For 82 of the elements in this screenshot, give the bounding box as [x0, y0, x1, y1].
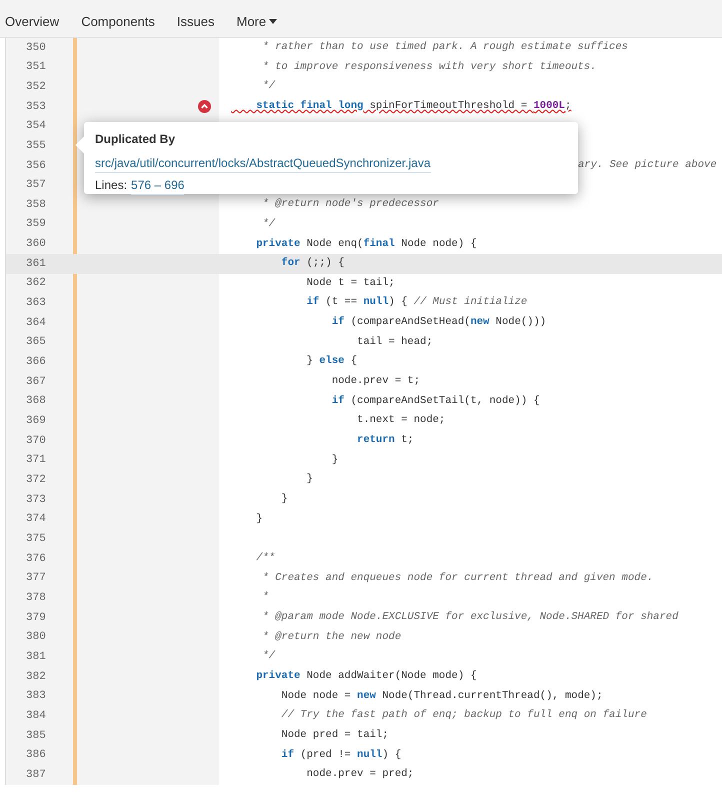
code-line: Node node = new Node(Thread.currentThread(), mode); [280, 688, 603, 704]
line-number: 366 [26, 355, 46, 370]
line-number: 363 [26, 296, 46, 312]
code-line: Node pred = tail; [280, 728, 389, 743]
line-number: 368 [26, 394, 46, 410]
line-number: 358 [26, 198, 46, 213]
line-number: 385 [26, 728, 46, 744]
code-line: * rather than to use timed park. A rough estimate suffices [262, 40, 628, 55]
code-line: node.prev = pred; [306, 767, 414, 782]
code-line: t.next = node; [356, 413, 446, 428]
code-line: } [306, 472, 313, 488]
code-line: } [280, 492, 288, 508]
lines-range-link[interactable]: 576 – 696 [131, 176, 184, 195]
code-line: /** [255, 551, 276, 566]
nav-link[interactable]: More [236, 12, 278, 32]
line-number: 371 [26, 453, 46, 468]
code-line: } [330, 452, 338, 468]
code-line: * @return the new node [262, 630, 402, 645]
code-line: if (compareAndSetHead(new Node())) [330, 315, 546, 330]
code-line: * Creates and enqueues node for current thread and given mode. [262, 570, 654, 586]
line-number: 375 [26, 532, 46, 547]
line-number: 381 [26, 650, 46, 665]
caret-down-icon [269, 19, 278, 24]
code-line: for (;;) { [280, 256, 344, 272]
code-line: node.prev = t; [330, 374, 420, 390]
code-line: private Node addWaiter(Node mode) { [255, 668, 477, 684]
file-link[interactable]: src/java/util/concurrent/locks/AbstractQueuedSynchronizer.java [95, 154, 430, 173]
line-number: 355 [26, 138, 46, 154]
line-number: 350 [26, 40, 46, 56]
line-number: 367 [26, 374, 46, 390]
code-line: if (pred != null) { [280, 748, 402, 763]
line-number: 384 [26, 708, 46, 724]
line-number: 365 [26, 335, 46, 350]
line-number: 359 [26, 217, 46, 232]
issue-chevron-icon[interactable] [198, 100, 211, 114]
line-number: 374 [26, 512, 46, 528]
nav-link[interactable]: Overview [5, 12, 60, 32]
line-number: 351 [26, 60, 46, 76]
line-number: 383 [26, 689, 46, 704]
line-number: 386 [26, 748, 46, 764]
code-line: ary. See picture above [578, 158, 717, 173]
code-line: * to improve responsiveness with very short timeouts. [262, 60, 596, 75]
code-line: */ [262, 79, 276, 94]
code-line: return t; [356, 433, 414, 448]
line-number: 362 [26, 276, 46, 292]
line-number: 382 [26, 670, 46, 685]
line-number: 357 [26, 178, 46, 194]
line-number: 373 [26, 492, 46, 508]
line-number: 378 [26, 590, 46, 606]
code-line: * @param mode Node.EXCLUSIVE for exclusive, Node.SHARED for shared [262, 610, 678, 625]
code-line: } else { [306, 354, 358, 370]
line-number: 379 [26, 610, 46, 626]
code-line: * [262, 590, 269, 606]
code-line: tail = head; [356, 334, 433, 350]
line-number: 364 [26, 316, 46, 331]
code-line: */ [262, 649, 276, 664]
code-line: // Try the fast path of enq; backup to full enq on failure [280, 708, 647, 724]
line-number: 369 [26, 414, 46, 430]
code-line: */ [262, 216, 276, 232]
code-line: Node t = tail; [306, 276, 395, 291]
nav-link[interactable]: Components [81, 12, 155, 32]
line-number: 370 [26, 434, 46, 449]
line-number: 387 [26, 768, 46, 783]
lines-label: Lines: [95, 177, 128, 194]
code-line: } [255, 512, 263, 527]
line-number: 372 [26, 473, 46, 488]
code-line: * @return node's predecessor [262, 197, 439, 212]
line-number: 376 [26, 552, 46, 567]
code-line: private Node enq(final Node node) { [255, 236, 477, 252]
nav-link[interactable]: Issues [176, 12, 214, 32]
line-number: 360 [26, 237, 46, 252]
line-number: 377 [26, 571, 46, 586]
popup-title: Duplicated By [95, 131, 176, 148]
code-line: if (t == null) { // Must initialize [306, 295, 528, 310]
line-number: 380 [26, 630, 46, 646]
line-number: 353 [26, 100, 46, 115]
code-line: static final long spinForTimeoutThreshold = 1000L; [255, 98, 572, 114]
code-line: if (compareAndSetTail(t, node)) { [330, 394, 540, 409]
line-number: 354 [26, 119, 46, 134]
line-number: 352 [26, 80, 46, 95]
line-number: 361 [26, 256, 46, 272]
line-number: 356 [26, 158, 46, 174]
